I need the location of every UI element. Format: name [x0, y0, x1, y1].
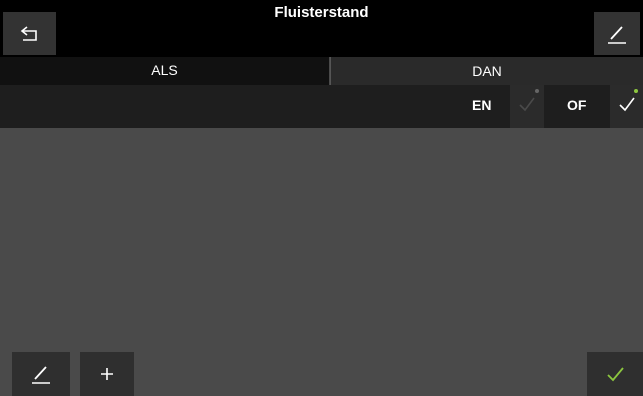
edit-button[interactable]	[594, 12, 640, 55]
and-label: EN	[472, 97, 492, 113]
plus-icon	[98, 365, 116, 383]
pencil-icon	[605, 22, 629, 46]
check-icon	[617, 95, 637, 118]
confirm-button[interactable]	[587, 352, 643, 396]
condition-tabs: ALS DAN	[0, 57, 643, 85]
indicator-dot	[634, 89, 638, 93]
or-checkbox[interactable]	[610, 85, 643, 128]
back-arrow-icon	[19, 24, 41, 44]
or-label: OF	[567, 97, 587, 113]
pencil-icon	[29, 362, 53, 386]
back-button[interactable]	[3, 12, 56, 55]
tab-als[interactable]: ALS	[0, 57, 329, 85]
check-icon	[604, 364, 626, 384]
logic-bar: EN OF	[0, 85, 643, 128]
indicator-dot	[535, 89, 539, 93]
page-title: Fluisterstand	[274, 4, 369, 21]
add-condition-button[interactable]	[80, 352, 134, 396]
edit-condition-button[interactable]	[12, 352, 70, 396]
tab-dan[interactable]: DAN	[330, 57, 643, 85]
and-checkbox[interactable]	[510, 85, 544, 128]
check-icon	[517, 95, 537, 118]
top-bar: Fluisterstand	[0, 0, 643, 57]
